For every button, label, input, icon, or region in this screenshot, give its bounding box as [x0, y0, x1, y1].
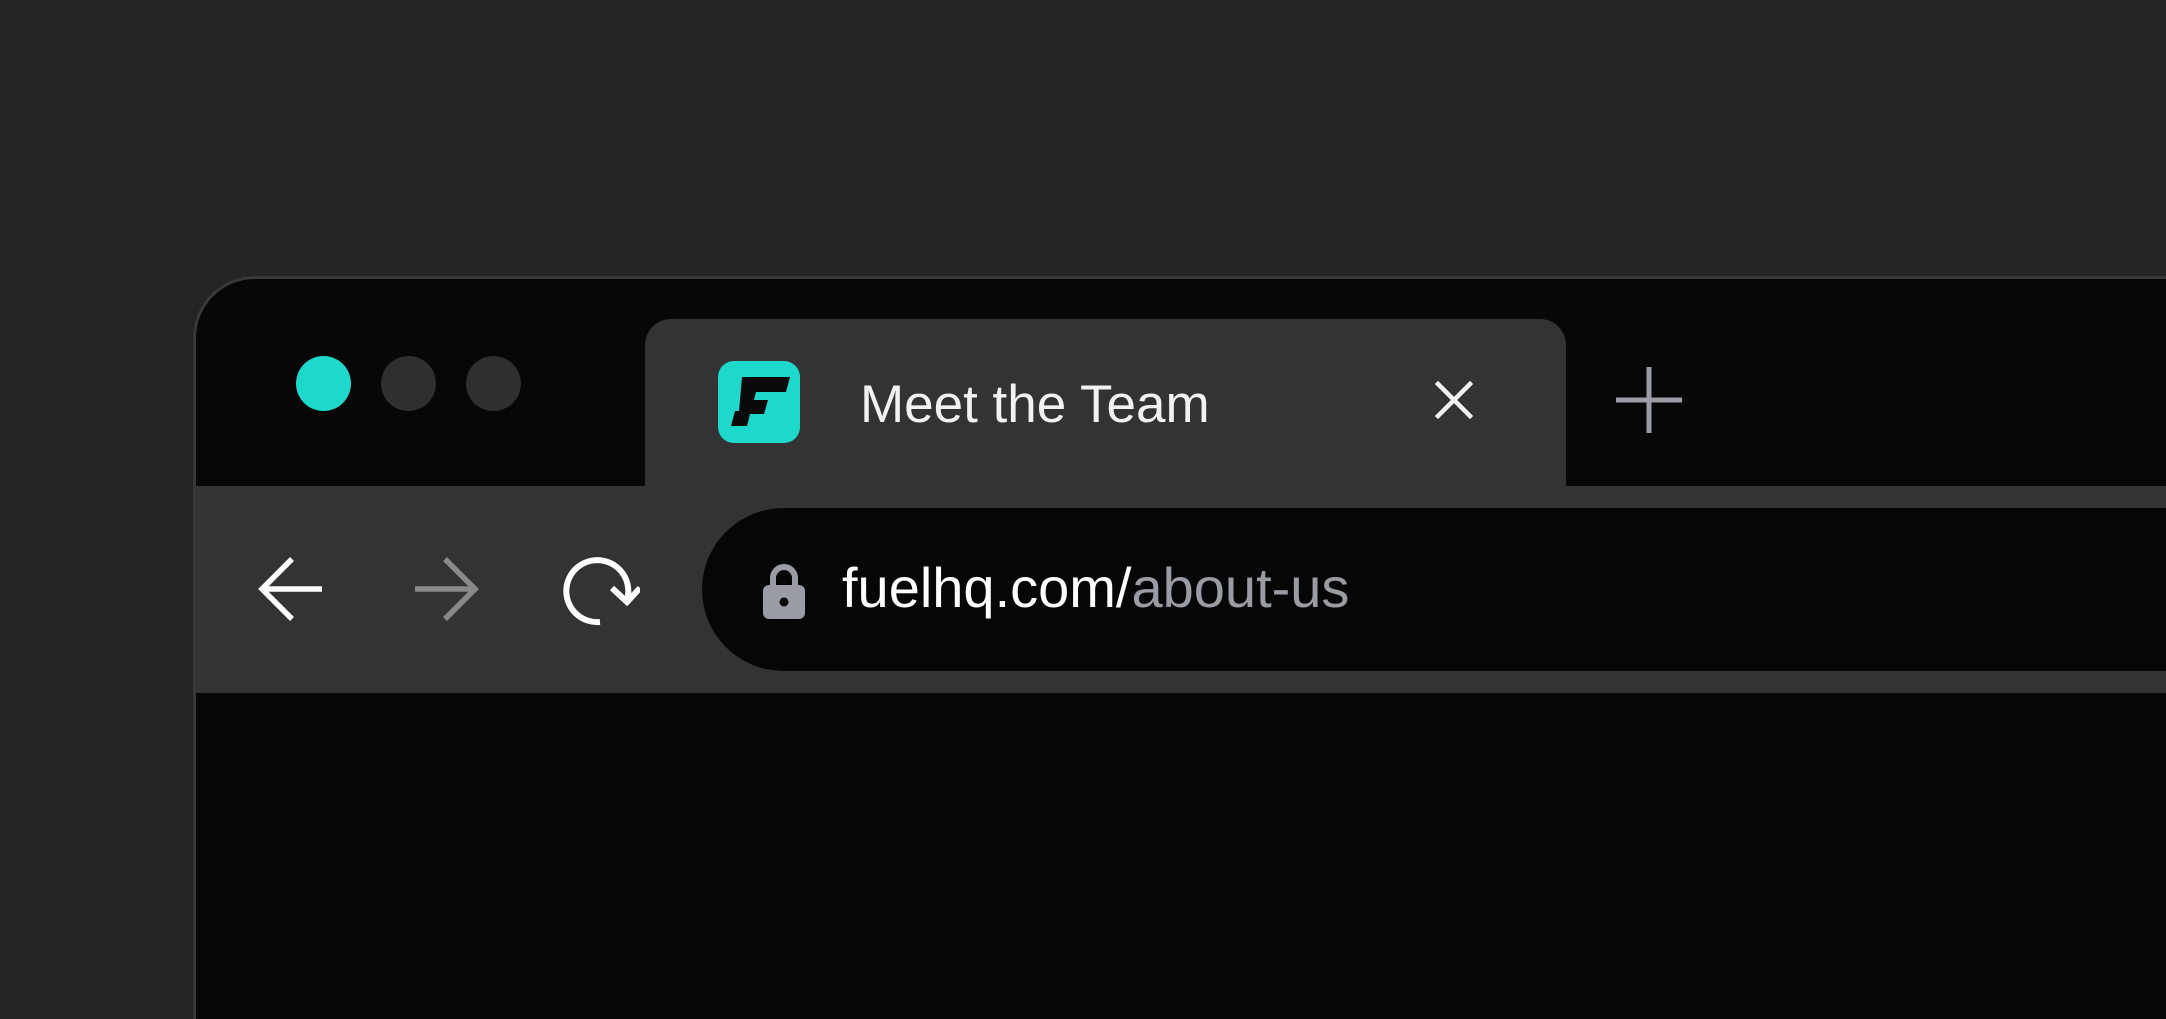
arrow-right-icon[interactable]: [411, 555, 479, 623]
window-zoom-button[interactable]: [466, 356, 521, 411]
url-text[interactable]: fuelhq.com/about-us: [842, 538, 1349, 638]
plus-icon[interactable]: [1616, 367, 1682, 433]
address-bar[interactable]: fuelhq.com/about-us: [702, 508, 2166, 671]
close-icon[interactable]: [1430, 376, 1478, 424]
navigation-toolbar: fuelhq.com/about-us: [196, 486, 2166, 693]
url-path: about-us: [1131, 556, 1350, 619]
tab-meet-the-team[interactable]: Meet the Team: [645, 319, 1566, 489]
fuel-logo-icon: [718, 361, 800, 443]
browser-window: Meet the Team fuelhq.com/about-us: [193, 276, 2166, 1019]
window-controls: [296, 356, 521, 411]
arrow-left-icon[interactable]: [258, 555, 326, 623]
window-close-button[interactable]: [296, 356, 351, 411]
url-host: fuelhq.com/: [842, 556, 1132, 619]
reload-icon[interactable]: [562, 552, 643, 630]
tab-title: Meet the Team: [860, 375, 1210, 434]
window-minimize-button[interactable]: [381, 356, 436, 411]
lock-icon: [761, 563, 807, 621]
